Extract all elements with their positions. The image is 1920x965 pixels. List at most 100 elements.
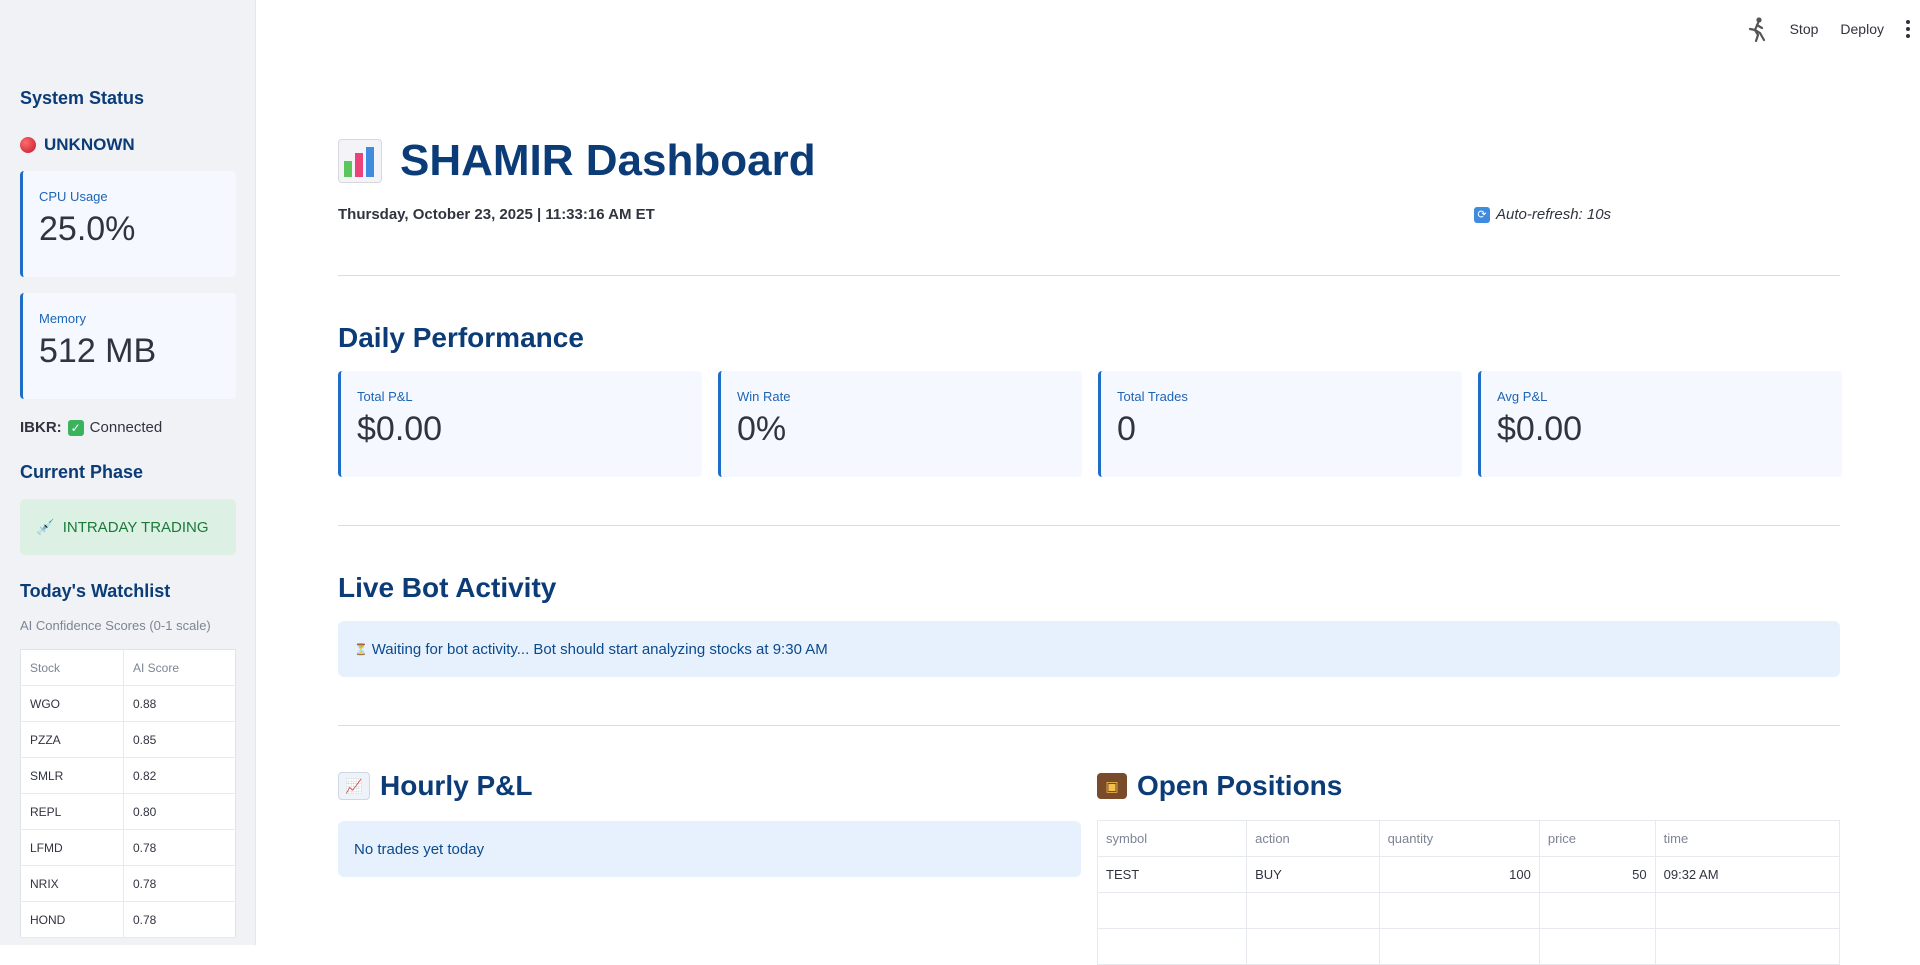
- stock-cell: NRIX: [20, 865, 124, 902]
- watchlist-table[interactable]: Stock AI Score WGO 0.88 PZZA 0.85 SMLR 0.82…: [20, 649, 236, 938]
- empty-table-row: [1096, 892, 1841, 929]
- cpu-usage-value: 25.0%: [39, 210, 136, 248]
- divider: [338, 275, 1840, 276]
- score-cell: 0.80: [123, 793, 236, 830]
- score-cell: 0.82: [123, 757, 236, 794]
- phase-badge: 💉 INTRADAY TRADING: [20, 499, 236, 555]
- metric-label: Total P&L: [357, 389, 413, 404]
- hourly-pnl-header: 📈 Hourly P&L: [338, 770, 532, 802]
- metric-value: 0: [1117, 410, 1136, 448]
- score-cell: 0.78: [123, 865, 236, 902]
- column-header-symbol[interactable]: symbol: [1096, 820, 1248, 857]
- no-trades-text: No trades yet today: [354, 840, 485, 858]
- stock-cell: PZZA: [20, 721, 124, 758]
- current-phase-title: Current Phase: [20, 462, 144, 482]
- column-header-price[interactable]: price: [1538, 820, 1656, 857]
- system-status-title: System Status: [20, 88, 145, 108]
- cpu-usage-label: CPU Usage: [39, 189, 108, 204]
- hourglass-icon: ⏳: [354, 643, 368, 656]
- watchlist-header-row: Stock AI Score: [20, 649, 236, 686]
- watchlist-caption: AI Confidence Scores (0-1 scale): [20, 618, 211, 633]
- total-trades-metric: Total Trades 0: [1098, 371, 1462, 477]
- ibkr-label: IBKR:: [20, 419, 62, 436]
- page-header: SHAMIR Dashboard: [338, 136, 816, 186]
- metric-value: $0.00: [357, 410, 443, 448]
- hourly-pnl-empty-message: No trades yet today: [338, 821, 1081, 877]
- auto-refresh-indicator: ⟳ Auto-refresh: 10s: [1474, 206, 1611, 223]
- column-header[interactable]: AI Score: [123, 649, 236, 686]
- metric-value: $0.00: [1497, 410, 1583, 448]
- ibkr-value: Connected: [89, 419, 163, 436]
- cpu-usage-metric: CPU Usage 25.0%: [20, 171, 236, 277]
- main-menu-icon[interactable]: [1906, 20, 1910, 38]
- table-row[interactable]: WGO 0.88: [20, 685, 236, 722]
- system-status: UNKNOWN: [20, 135, 235, 155]
- quantity-cell: 100: [1378, 856, 1540, 893]
- price-cell: 50: [1538, 856, 1656, 893]
- sidebar: System Status UNKNOWN CPU Usage 25.0% Me…: [0, 0, 256, 945]
- current-datetime: Thursday, October 23, 2025 | 11:33:16 AM…: [338, 206, 655, 223]
- metric-label: Win Rate: [737, 389, 791, 404]
- metric-label: Total Trades: [1117, 389, 1188, 404]
- empty-table-row: [1096, 928, 1841, 965]
- bot-activity-message: ⏳ Waiting for bot activity... Bot should…: [338, 621, 1840, 677]
- open-positions-title: Open Positions: [1137, 770, 1343, 801]
- metric-label: Avg P&L: [1497, 389, 1548, 404]
- score-cell: 0.78: [123, 829, 236, 866]
- open-positions-header: ▣ Open Positions: [1097, 770, 1342, 802]
- column-header[interactable]: Stock: [20, 649, 124, 686]
- deploy-button[interactable]: Deploy: [1840, 21, 1884, 37]
- syringe-icon: 💉: [36, 519, 55, 536]
- stock-cell: LFMD: [20, 829, 124, 866]
- phase-text: INTRADAY TRADING: [62, 518, 209, 536]
- page-title: SHAMIR Dashboard: [400, 136, 816, 185]
- daily-performance-title: Daily Performance: [338, 322, 584, 353]
- check-mark-icon: ✓: [67, 419, 84, 436]
- performance-metrics: Total P&L $0.00 Win Rate 0% Total Trades…: [338, 371, 1842, 477]
- stock-cell: WGO: [20, 685, 124, 722]
- running-man-icon: [1748, 17, 1765, 42]
- column-header-time[interactable]: time: [1654, 820, 1841, 857]
- table-row[interactable]: LFMD 0.78: [20, 829, 236, 866]
- table-row[interactable]: PZZA 0.85: [20, 721, 236, 758]
- time-cell: 09:32 AM: [1654, 856, 1841, 893]
- auto-refresh-text: Auto-refresh: 10s: [1496, 206, 1612, 223]
- score-cell: 0.78: [123, 901, 236, 938]
- table-row[interactable]: REPL 0.80: [20, 793, 236, 830]
- memory-value: 512 MB: [39, 332, 157, 370]
- status-text: UNKNOWN: [44, 135, 135, 154]
- table-row[interactable]: TEST BUY 100 50 09:32 AM: [1096, 856, 1841, 893]
- table-row[interactable]: NRIX 0.78: [20, 865, 236, 902]
- stock-cell: SMLR: [20, 757, 124, 794]
- table-row[interactable]: SMLR 0.82: [20, 757, 236, 794]
- table-row[interactable]: HOND 0.78: [20, 901, 236, 938]
- action-cell: BUY: [1246, 856, 1380, 893]
- stop-button[interactable]: Stop: [1790, 21, 1819, 37]
- symbol-cell: TEST: [1096, 856, 1248, 893]
- avg-pnl-metric: Avg P&L $0.00: [1478, 371, 1842, 477]
- score-cell: 0.85: [123, 721, 236, 758]
- open-positions-table[interactable]: symbol action quantity price time TEST B…: [1096, 820, 1841, 965]
- hourly-pnl-title: Hourly P&L: [380, 770, 533, 801]
- memory-metric: Memory 512 MB: [20, 293, 236, 399]
- divider: [338, 525, 1840, 526]
- top-toolbar: Stop Deploy: [1746, 16, 1920, 42]
- divider: [338, 725, 1840, 726]
- positions-header-row: symbol action quantity price time: [1096, 820, 1841, 857]
- briefcase-icon: ▣: [1097, 773, 1127, 799]
- win-rate-metric: Win Rate 0%: [718, 371, 1082, 477]
- column-header-action[interactable]: action: [1246, 820, 1380, 857]
- column-header-quantity[interactable]: quantity: [1378, 820, 1540, 857]
- bot-activity-text: Waiting for bot activity... Bot should s…: [371, 640, 828, 658]
- refresh-icon: ⟳: [1474, 206, 1490, 223]
- memory-label: Memory: [39, 311, 86, 326]
- bar-chart-icon: [338, 139, 382, 183]
- watchlist-title: Today's Watchlist: [20, 581, 171, 601]
- live-bot-activity-title: Live Bot Activity: [338, 572, 557, 603]
- red-circle-icon: [20, 137, 36, 153]
- ibkr-status: IBKR: ✓ Connected: [20, 419, 235, 436]
- stock-cell: HOND: [20, 901, 124, 938]
- score-cell: 0.88: [123, 685, 236, 722]
- total-pnl-metric: Total P&L $0.00: [338, 371, 702, 477]
- metric-value: 0%: [737, 410, 787, 448]
